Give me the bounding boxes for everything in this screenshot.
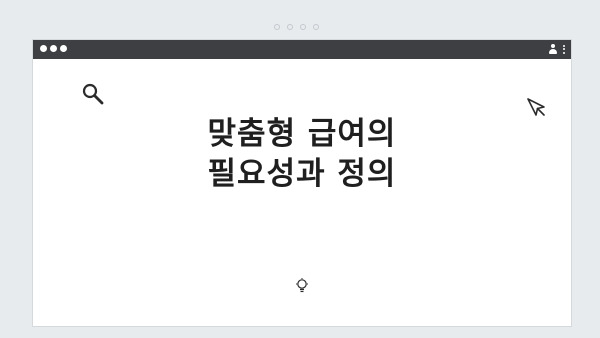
title-line-1: 맞춤형 급여의: [207, 116, 397, 152]
dot-icon: [300, 24, 306, 30]
titlebar-actions: [548, 43, 565, 55]
window-titlebar: [33, 40, 571, 59]
carousel-dots: [274, 24, 319, 30]
dot-icon: [313, 24, 319, 30]
search-icon: [82, 83, 104, 105]
kebab-menu-icon[interactable]: [563, 44, 565, 54]
lightbulb-icon: [296, 278, 308, 293]
dot-icon: [287, 24, 293, 30]
minimize-dot-icon[interactable]: [50, 45, 57, 52]
page-background: 맞춤형 급여의 필요성과 정의: [0, 0, 600, 338]
profile-icon[interactable]: [548, 43, 558, 55]
close-dot-icon[interactable]: [40, 45, 47, 52]
title-line-2: 필요성과 정의: [207, 156, 397, 192]
browser-window: 맞춤형 급여의 필요성과 정의: [33, 40, 571, 326]
maximize-dot-icon[interactable]: [60, 45, 67, 52]
window-controls: [40, 45, 67, 52]
dot-icon: [274, 24, 280, 30]
page-title: 맞춤형 급여의 필요성과 정의: [33, 114, 571, 194]
